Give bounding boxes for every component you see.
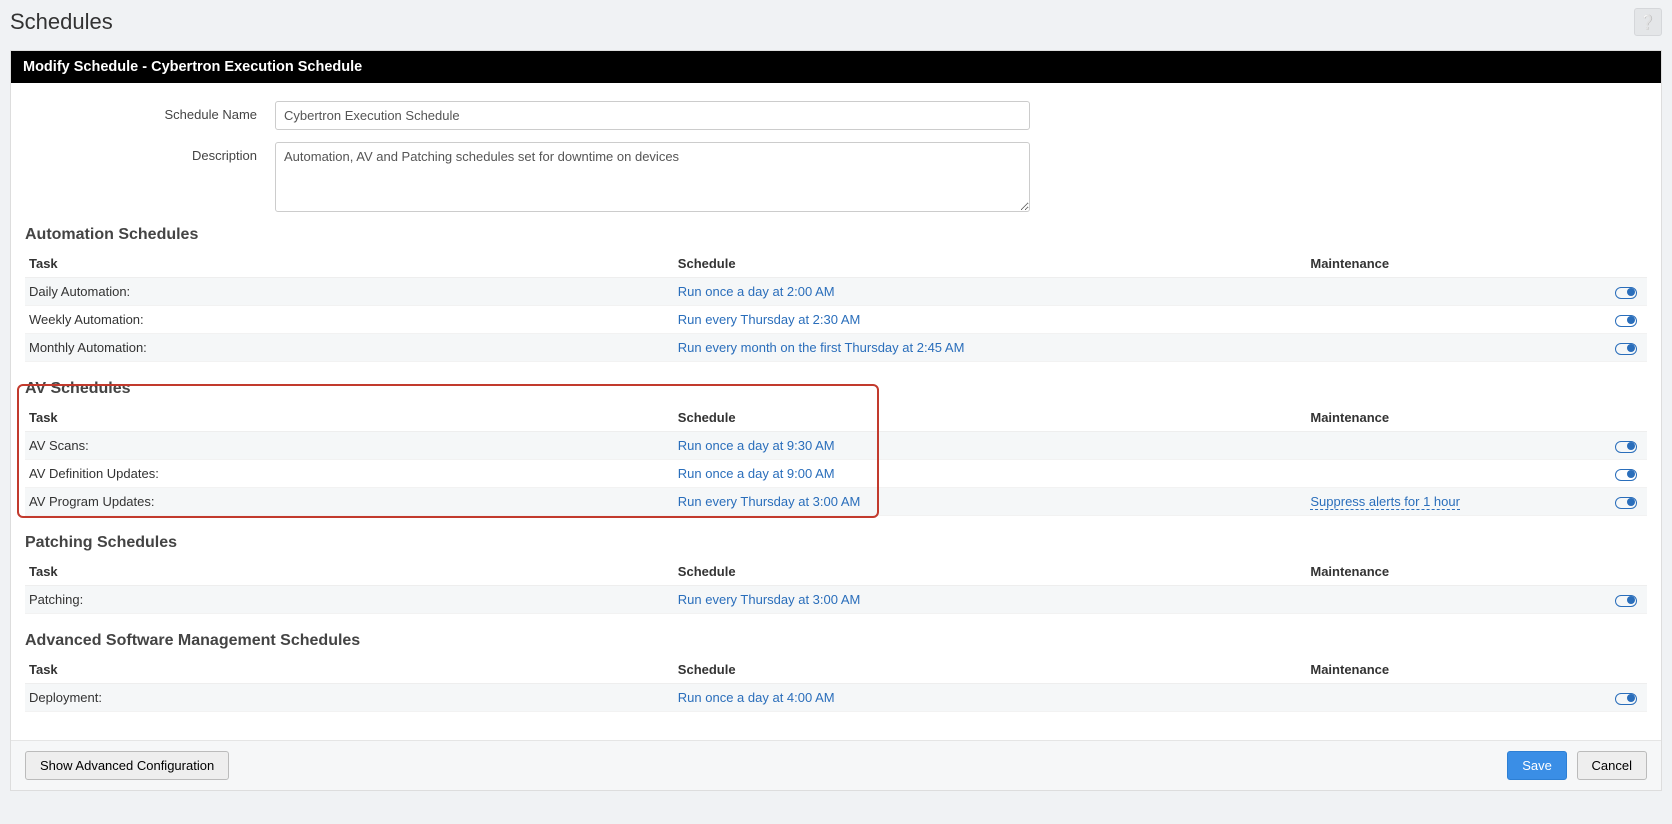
table-row: AV Definition Updates: Run once a day at… (25, 460, 1647, 488)
maintenance-toggle[interactable] (1615, 693, 1637, 705)
col-task-header: Task (25, 558, 674, 586)
maintenance-cell (1306, 432, 1582, 460)
col-task-header: Task (25, 656, 674, 684)
asm-table: Task Schedule Maintenance Deployment: Ru… (25, 656, 1647, 712)
help-button[interactable]: ❔ (1634, 8, 1662, 36)
maintenance-cell (1306, 460, 1582, 488)
help-icon: ❔ (1639, 14, 1656, 31)
col-maintenance-header: Maintenance (1306, 558, 1582, 586)
task-cell: Daily Automation: (25, 278, 674, 306)
save-button[interactable]: Save (1507, 751, 1567, 780)
maintenance-toggle[interactable] (1615, 287, 1637, 299)
col-maintenance-header: Maintenance (1306, 656, 1582, 684)
panel-header: Modify Schedule - Cybertron Execution Sc… (11, 51, 1661, 83)
schedule-name-label: Schedule Name (25, 101, 275, 130)
table-row: AV Scans: Run once a day at 9:30 AM (25, 432, 1647, 460)
patching-section-title: Patching Schedules (25, 534, 1647, 552)
description-textarea[interactable]: Automation, AV and Patching schedules se… (275, 142, 1030, 212)
table-row: Deployment: Run once a day at 4:00 AM (25, 684, 1647, 712)
table-row: Monthly Automation: Run every month on t… (25, 334, 1647, 362)
maintenance-link[interactable]: Suppress alerts for 1 hour (1310, 494, 1460, 510)
automation-table: Task Schedule Maintenance Daily Automati… (25, 250, 1647, 362)
maintenance-cell (1306, 684, 1582, 712)
maintenance-toggle[interactable] (1615, 595, 1637, 607)
table-row: Patching: Run every Thursday at 3:00 AM (25, 586, 1647, 614)
col-task-header: Task (25, 250, 674, 278)
table-row: Weekly Automation: Run every Thursday at… (25, 306, 1647, 334)
schedule-link[interactable]: Run once a day at 2:00 AM (678, 284, 835, 299)
schedule-link[interactable]: Run once a day at 4:00 AM (678, 690, 835, 705)
task-cell: AV Scans: (25, 432, 674, 460)
task-cell: Deployment: (25, 684, 674, 712)
maintenance-toggle[interactable] (1615, 441, 1637, 453)
task-cell: AV Program Updates: (25, 488, 674, 516)
schedule-link[interactable]: Run once a day at 9:30 AM (678, 438, 835, 453)
col-maintenance-header: Maintenance (1306, 404, 1582, 432)
maintenance-cell (1306, 586, 1582, 614)
av-table: Task Schedule Maintenance AV Scans: Run … (25, 404, 1647, 516)
maintenance-cell (1306, 278, 1582, 306)
task-cell: Monthly Automation: (25, 334, 674, 362)
maintenance-cell (1306, 306, 1582, 334)
col-schedule-header: Schedule (674, 558, 1307, 586)
maintenance-cell (1306, 334, 1582, 362)
page-title: Schedules (10, 9, 113, 35)
schedule-link[interactable]: Run every month on the first Thursday at… (678, 340, 965, 355)
schedule-name-input[interactable] (275, 101, 1030, 130)
col-task-header: Task (25, 404, 674, 432)
automation-section-title: Automation Schedules (25, 226, 1647, 244)
schedule-link[interactable]: Run every Thursday at 3:00 AM (678, 494, 861, 509)
panel-footer: Show Advanced Configuration Save Cancel (11, 740, 1661, 790)
col-maintenance-header: Maintenance (1306, 250, 1582, 278)
av-section-title: AV Schedules (25, 380, 1647, 398)
schedule-link[interactable]: Run once a day at 9:00 AM (678, 466, 835, 481)
description-label: Description (25, 142, 275, 212)
col-schedule-header: Schedule (674, 656, 1307, 684)
task-cell: AV Definition Updates: (25, 460, 674, 488)
table-row: AV Program Updates: Run every Thursday a… (25, 488, 1647, 516)
asm-section-title: Advanced Software Management Schedules (25, 632, 1647, 650)
maintenance-toggle[interactable] (1615, 469, 1637, 481)
task-cell: Patching: (25, 586, 674, 614)
schedule-link[interactable]: Run every Thursday at 3:00 AM (678, 592, 861, 607)
maintenance-toggle[interactable] (1615, 343, 1637, 355)
task-cell: Weekly Automation: (25, 306, 674, 334)
show-advanced-button[interactable]: Show Advanced Configuration (25, 751, 229, 780)
maintenance-toggle[interactable] (1615, 315, 1637, 327)
col-schedule-header: Schedule (674, 404, 1307, 432)
maintenance-toggle[interactable] (1615, 497, 1637, 509)
table-row: Daily Automation: Run once a day at 2:00… (25, 278, 1647, 306)
cancel-button[interactable]: Cancel (1577, 751, 1647, 780)
patching-table: Task Schedule Maintenance Patching: Run … (25, 558, 1647, 614)
col-schedule-header: Schedule (674, 250, 1307, 278)
schedule-panel: Modify Schedule - Cybertron Execution Sc… (10, 50, 1662, 791)
schedule-link[interactable]: Run every Thursday at 2:30 AM (678, 312, 861, 327)
